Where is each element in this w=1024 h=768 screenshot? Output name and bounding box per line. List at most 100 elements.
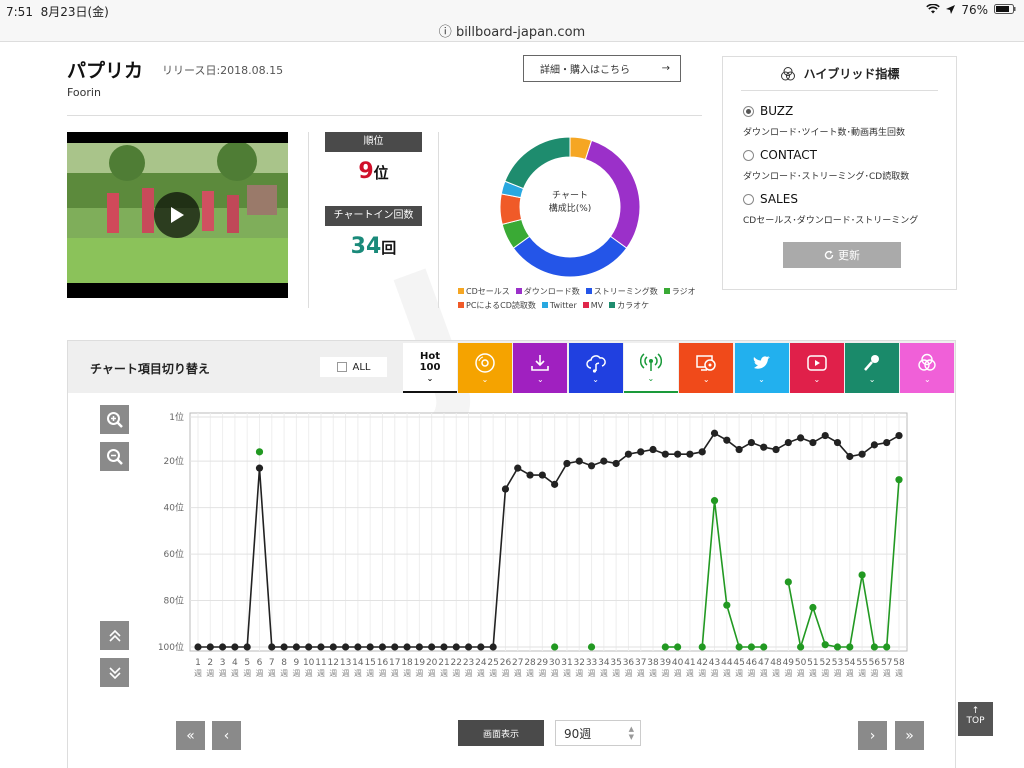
data-point[interactable]: [292, 643, 300, 651]
data-point[interactable]: [895, 476, 903, 484]
video-player[interactable]: [67, 132, 288, 298]
data-point[interactable]: [268, 643, 276, 651]
radio-buzz[interactable]: [743, 105, 754, 117]
all-checkbox[interactable]: ALL: [320, 357, 387, 377]
data-point[interactable]: [870, 643, 879, 651]
data-point[interactable]: [366, 643, 374, 651]
data-point[interactable]: [243, 643, 251, 651]
data-point[interactable]: [255, 464, 264, 472]
data-point[interactable]: [587, 643, 596, 651]
tab-look[interactable]: ⌄: [900, 343, 955, 393]
radio-contact[interactable]: [743, 149, 754, 161]
data-point[interactable]: [895, 431, 903, 440]
tab-download[interactable]: ⌄: [513, 343, 568, 393]
data-point[interactable]: [833, 643, 842, 651]
data-point[interactable]: [710, 497, 719, 505]
tab-radio[interactable]: ⌄: [623, 343, 678, 393]
data-point[interactable]: [686, 450, 694, 458]
data-point[interactable]: [846, 452, 854, 461]
zoom-out-button[interactable]: [100, 442, 129, 471]
data-point[interactable]: [747, 643, 756, 651]
next-page-button[interactable]: ›: [858, 721, 887, 750]
data-point[interactable]: [391, 643, 399, 651]
data-point[interactable]: [403, 643, 411, 651]
data-point[interactable]: [833, 438, 842, 447]
data-point[interactable]: [305, 643, 313, 651]
display-button[interactable]: 画面表示: [458, 720, 544, 746]
data-point[interactable]: [452, 643, 460, 651]
data-point[interactable]: [575, 457, 583, 465]
data-point[interactable]: [649, 445, 657, 454]
data-point[interactable]: [231, 643, 239, 651]
data-point[interactable]: [735, 643, 743, 651]
data-point[interactable]: [526, 471, 534, 479]
artist-name[interactable]: Foorin: [67, 86, 101, 99]
first-page-button[interactable]: «: [176, 721, 205, 750]
data-point[interactable]: [194, 643, 202, 651]
data-point[interactable]: [784, 578, 792, 586]
data-point[interactable]: [883, 438, 891, 447]
play-button[interactable]: [154, 192, 200, 238]
zoom-in-button[interactable]: [100, 405, 129, 434]
data-point[interactable]: [378, 643, 387, 651]
data-point[interactable]: [809, 603, 817, 612]
data-point[interactable]: [329, 643, 337, 651]
data-point[interactable]: [747, 438, 756, 447]
data-point[interactable]: [341, 643, 350, 651]
data-point[interactable]: [464, 643, 473, 651]
data-point[interactable]: [797, 643, 805, 651]
data-point[interactable]: [661, 450, 669, 458]
radio-sales[interactable]: [743, 193, 754, 205]
data-point[interactable]: [858, 450, 866, 458]
prev-page-button[interactable]: ‹: [212, 721, 241, 750]
data-point[interactable]: [624, 450, 633, 458]
tab-karaoke[interactable]: ⌄: [845, 343, 900, 393]
data-point[interactable]: [440, 643, 448, 651]
data-point[interactable]: [846, 643, 854, 651]
data-point[interactable]: [821, 641, 829, 649]
data-point[interactable]: [674, 643, 682, 651]
data-point[interactable]: [661, 643, 669, 651]
tab-cd[interactable]: ⌄: [458, 343, 512, 393]
data-point[interactable]: [784, 438, 792, 447]
tab-twitter[interactable]: ⌄: [734, 343, 789, 393]
weeks-select[interactable]: 90週 ▲ ▼: [555, 720, 641, 746]
data-point[interactable]: [870, 441, 879, 449]
data-point[interactable]: [255, 448, 264, 456]
data-point[interactable]: [551, 480, 559, 488]
data-point[interactable]: [797, 434, 805, 442]
data-point[interactable]: [587, 462, 596, 470]
option-contact[interactable]: CONTACT: [743, 148, 817, 162]
update-button[interactable]: 更新: [783, 242, 901, 268]
back-to-top-button[interactable]: ↑ TOP: [958, 702, 993, 736]
tab-streaming[interactable]: ⌄: [568, 343, 623, 393]
data-point[interactable]: [760, 643, 768, 651]
option-sales[interactable]: SALES: [743, 192, 798, 206]
data-point[interactable]: [538, 471, 546, 479]
data-point[interactable]: [674, 450, 682, 458]
scroll-down-button[interactable]: [100, 658, 129, 687]
data-point[interactable]: [354, 643, 362, 651]
data-point[interactable]: [723, 601, 731, 609]
data-point[interactable]: [858, 571, 866, 579]
data-point[interactable]: [809, 438, 817, 447]
last-page-button[interactable]: »: [895, 721, 924, 750]
data-point[interactable]: [317, 643, 325, 651]
data-point[interactable]: [501, 485, 510, 493]
data-point[interactable]: [612, 459, 620, 468]
tab-mv[interactable]: ⌄: [789, 343, 844, 393]
data-point[interactable]: [723, 436, 731, 444]
data-point[interactable]: [415, 643, 423, 651]
data-point[interactable]: [772, 445, 780, 454]
data-point[interactable]: [600, 457, 608, 465]
data-point[interactable]: [883, 643, 891, 651]
scroll-up-button[interactable]: [100, 621, 129, 650]
data-point[interactable]: [735, 445, 743, 454]
tab-pc-cd-read[interactable]: ⌄: [679, 343, 734, 393]
details-purchase-button[interactable]: 詳細・購入はこちら →: [523, 55, 681, 82]
data-point[interactable]: [477, 643, 485, 651]
data-point[interactable]: [489, 643, 497, 651]
data-point[interactable]: [698, 643, 706, 651]
data-point[interactable]: [206, 643, 214, 651]
data-point[interactable]: [821, 431, 829, 440]
